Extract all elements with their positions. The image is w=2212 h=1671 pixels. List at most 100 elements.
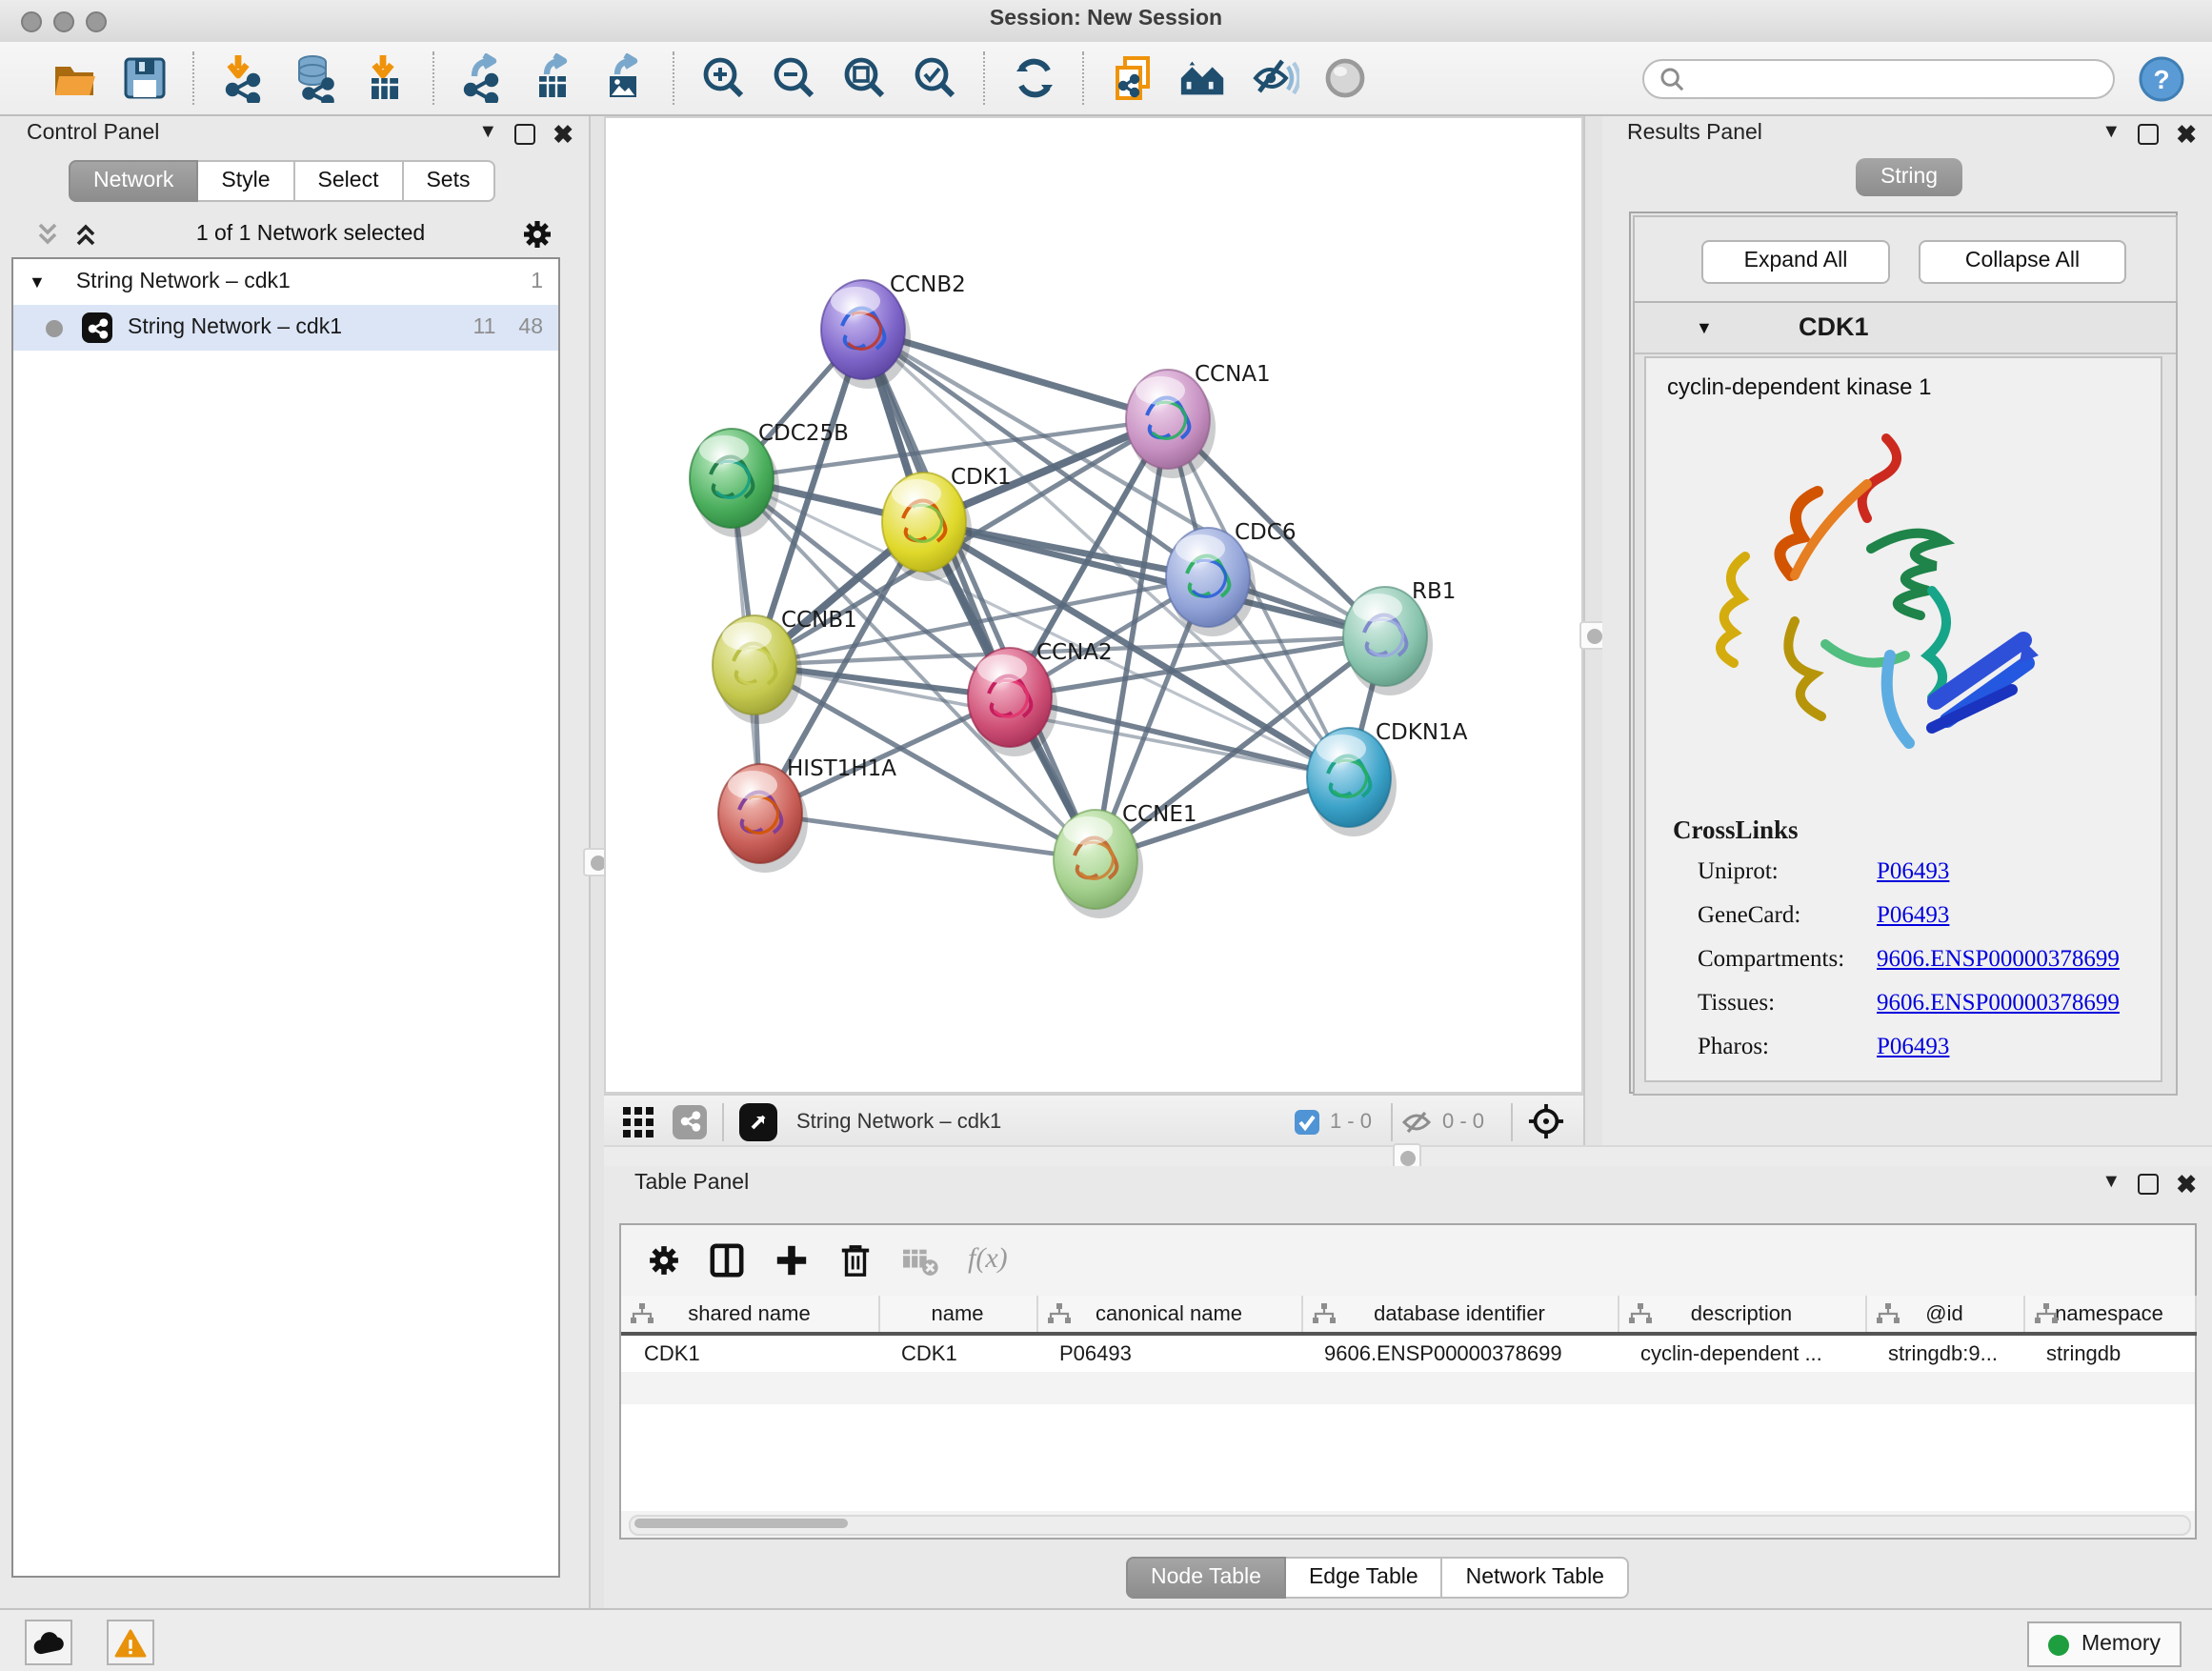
network-node-CCNA1[interactable]: CCNA1: [1126, 362, 1271, 478]
tab-edge-table[interactable]: Edge Table: [1286, 1557, 1443, 1599]
table-row[interactable]: CDK1CDK1P064939606.ENSP00000378699cyclin…: [621, 1334, 2195, 1372]
crosslink-row: Tissues:9606.ENSP00000378699: [1646, 981, 2161, 1025]
network-node-CDKN1A[interactable]: CDKN1A: [1307, 720, 1468, 836]
col-description[interactable]: description: [1618, 1296, 1865, 1334]
float-panel-icon[interactable]: [2138, 1173, 2159, 1194]
selected-counts: 1 - 0: [1330, 1110, 1372, 1133]
network-options-gear-icon[interactable]: [522, 219, 553, 250]
close-panel-icon[interactable]: ✖: [2176, 123, 2197, 144]
cloud-status-icon[interactable]: [25, 1620, 72, 1665]
selected-checkbox-icon[interactable]: [1294, 1108, 1320, 1135]
gene-collapse-icon[interactable]: ▼: [1696, 318, 1713, 337]
network-node-CCNE1[interactable]: CCNE1: [1054, 802, 1197, 918]
home-string-icon[interactable]: [1177, 52, 1229, 104]
close-panel-icon[interactable]: ✖: [2176, 1173, 2197, 1194]
tab-sets[interactable]: Sets: [403, 160, 494, 202]
birdseye-icon[interactable]: [1528, 1103, 1564, 1139]
export-network-icon[interactable]: [457, 52, 509, 104]
memory-button[interactable]: Memory: [2028, 1621, 2182, 1667]
search-icon: [1659, 66, 1684, 91]
status-bar: Memory: [0, 1608, 2212, 1671]
panel-menu-icon[interactable]: ▼: [2101, 122, 2121, 145]
clone-network-icon[interactable]: [1107, 52, 1158, 104]
panel-menu-icon[interactable]: ▼: [2101, 1172, 2121, 1195]
panel-menu-icon[interactable]: ▼: [478, 122, 497, 145]
node-label: CCNB1: [781, 608, 857, 633]
network-node-CCNB2[interactable]: CCNB2: [821, 272, 966, 389]
col-database-identifier[interactable]: database identifier: [1301, 1296, 1618, 1334]
crosslink-row: Pharos:P06493: [1646, 1025, 2161, 1069]
table-panel: Table Panel ▼ ✖ f(x): [604, 1166, 2212, 1608]
crosslink-pharos[interactable]: P06493: [1877, 1025, 1949, 1069]
col-namespace[interactable]: namespace: [2023, 1296, 2195, 1334]
string-view-icon[interactable]: [673, 1104, 707, 1138]
collection-expand-icon[interactable]: ▼: [29, 272, 46, 292]
crosslink-genecard[interactable]: P06493: [1877, 894, 1949, 937]
search-input[interactable]: [1694, 65, 2098, 91]
import-table-icon[interactable]: [358, 52, 410, 104]
tab-network[interactable]: Network: [69, 160, 198, 202]
gene-section-header[interactable]: ▼ CDK1: [1635, 303, 2176, 354]
network-row[interactable]: String Network – cdk1 11 48: [13, 305, 558, 351]
close-panel-icon[interactable]: ✖: [553, 123, 573, 144]
import-database-icon[interactable]: [288, 52, 339, 104]
main-toolbar: ?: [0, 42, 2212, 116]
crosslink-tissues[interactable]: 9606.ENSP00000378699: [1877, 981, 2120, 1025]
delete-column-icon[interactable]: [838, 1241, 873, 1278]
zoom-selected-icon[interactable]: [909, 52, 960, 104]
network-collection-row[interactable]: ▼ String Network – cdk1 1: [13, 259, 558, 305]
col-name[interactable]: name: [878, 1296, 1036, 1334]
zoom-in-icon[interactable]: [697, 52, 749, 104]
warning-status-icon[interactable]: [107, 1620, 154, 1665]
collapse-all-networks-icon[interactable]: [34, 221, 61, 248]
import-network-icon[interactable]: [217, 52, 269, 104]
memory-label: Memory: [2081, 1633, 2161, 1656]
network-node-HIST1H1A[interactable]: HIST1H1A: [718, 756, 896, 873]
gene-name: CDK1: [1799, 312, 1869, 341]
search-box[interactable]: [1642, 58, 2115, 98]
expand-collapse-bar: Expand All Collapse All: [1633, 215, 2178, 303]
network-node-CCNA2[interactable]: CCNA2: [968, 640, 1113, 756]
scrollbar-thumb[interactable]: [634, 1519, 848, 1528]
save-session-icon[interactable]: [118, 52, 170, 104]
zoom-fit-icon[interactable]: [838, 52, 890, 104]
table-panel-title: Table Panel: [634, 1172, 749, 1195]
grid-view-icon[interactable]: [623, 1106, 654, 1137]
zoom-out-icon[interactable]: [768, 52, 819, 104]
network-canvas[interactable]: CCNB2CCNA1CDC25BCDK1CDC6RB1CCNB1CCNA2CDK…: [604, 116, 1583, 1094]
table-horizontal-scrollbar[interactable]: [629, 1515, 2191, 1536]
tab-style[interactable]: Style: [198, 160, 294, 202]
export-image-icon[interactable]: [598, 52, 650, 104]
expand-all-button[interactable]: Expand All: [1701, 240, 1890, 284]
network-node-CDC6[interactable]: CDC6: [1166, 520, 1296, 636]
float-panel-icon[interactable]: [514, 123, 535, 144]
network-node-RB1[interactable]: RB1: [1343, 579, 1456, 695]
network-edge[interactable]: [863, 330, 1096, 859]
show-columns-icon[interactable]: [709, 1241, 745, 1278]
col-shared-name[interactable]: shared name: [621, 1296, 878, 1334]
add-column-icon[interactable]: [774, 1241, 810, 1278]
export-table-icon[interactable]: [528, 52, 579, 104]
open-session-icon[interactable]: [48, 52, 99, 104]
tab-node-table[interactable]: Node Table: [1126, 1557, 1286, 1599]
crosslink-compartments[interactable]: 9606.ENSP00000378699: [1877, 937, 2120, 981]
col-id[interactable]: @id: [1865, 1296, 2023, 1334]
network-edge[interactable]: [760, 814, 1096, 859]
table-settings-gear-icon[interactable]: [648, 1243, 680, 1276]
help-icon[interactable]: ?: [2138, 54, 2185, 102]
float-panel-icon[interactable]: [2138, 123, 2159, 144]
detach-view-icon[interactable]: [739, 1102, 777, 1140]
network-node-CCNB1[interactable]: CCNB1: [713, 608, 857, 724]
network-edge[interactable]: [1010, 697, 1349, 777]
tab-network-table[interactable]: Network Table: [1443, 1557, 1629, 1599]
hidden-eye-icon[interactable]: [1400, 1108, 1433, 1135]
crosslinks-title: CrossLinks: [1673, 815, 2161, 846]
crosslink-uniprot[interactable]: P06493: [1877, 850, 1949, 894]
tab-select[interactable]: Select: [295, 160, 404, 202]
col-canonical-name[interactable]: canonical name: [1036, 1296, 1301, 1334]
expand-all-networks-icon[interactable]: [72, 221, 99, 248]
hide-labels-icon[interactable]: [1248, 52, 1299, 104]
tab-string[interactable]: String: [1856, 158, 1962, 196]
collapse-all-button[interactable]: Collapse All: [1919, 240, 2126, 284]
refresh-layout-icon[interactable]: [1008, 52, 1059, 104]
